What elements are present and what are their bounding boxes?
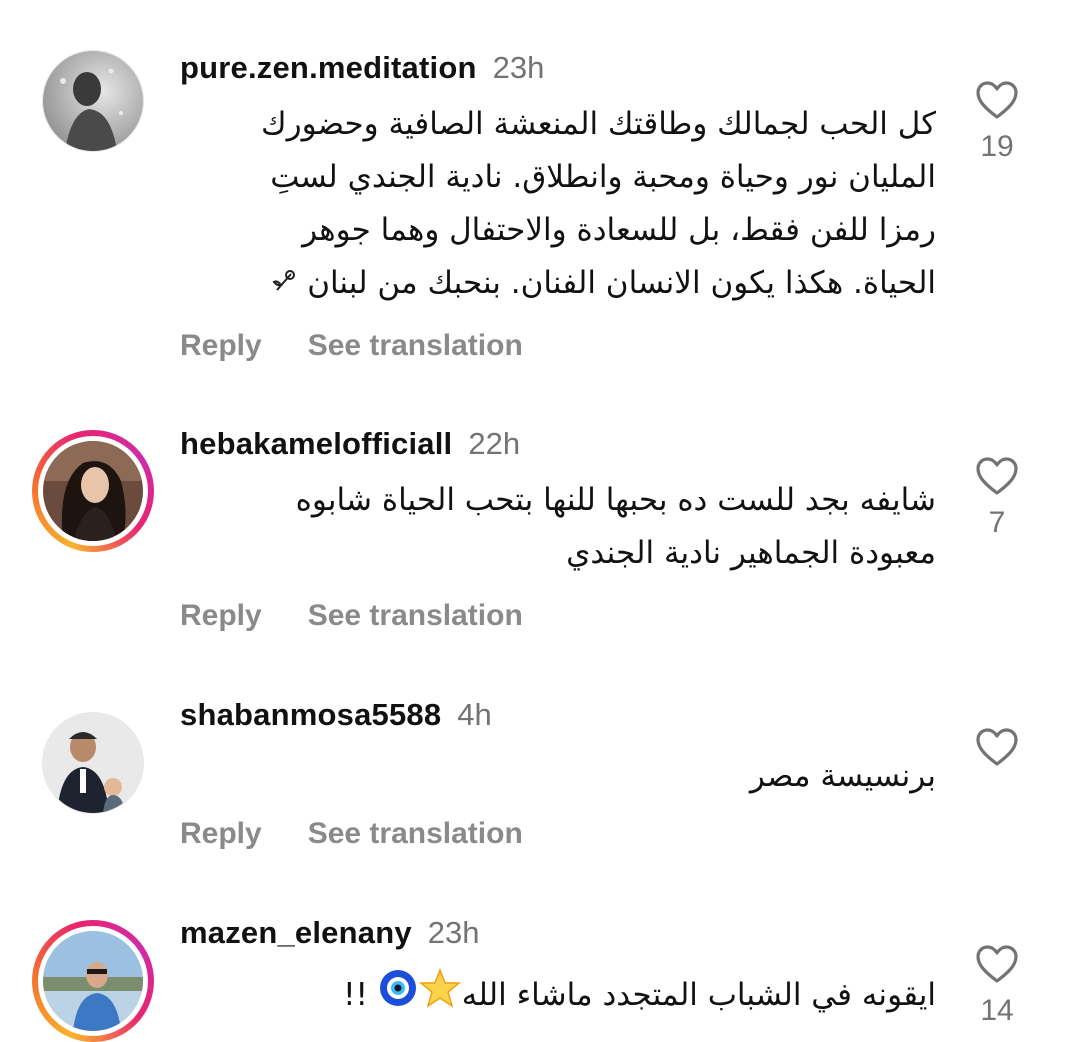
glowing-star-icon (418, 966, 462, 1027)
comment-text: كل الحب لجمالك وطاقتك المنعشة الصافية وح… (180, 98, 936, 311)
timestamp: 23h (492, 50, 545, 85)
comment-header: shabanmosa5588 4h (180, 697, 492, 733)
like-button[interactable]: 7 (968, 456, 1026, 540)
comment-text: شايفه بجد للست ده بحبها للنها بتحب الحيا… (295, 482, 936, 571)
comment-actions: Reply See translation (180, 816, 523, 852)
comment-header: pure.zen.meditation 23h (180, 50, 544, 86)
like-count: 7 (988, 506, 1006, 539)
timestamp: 23h (427, 915, 480, 950)
heart-outline-icon[interactable] (968, 456, 1026, 496)
avatar[interactable] (32, 430, 154, 552)
comment-text-content: كل الحب لجمالك وطاقتك المنعشة الصافية وح… (261, 106, 936, 301)
reply-button[interactable]: Reply (180, 329, 262, 362)
comment-text-content: ايقونه في الشباب المتجدد ماشاء الله (461, 977, 936, 1013)
avatar[interactable] (32, 920, 154, 1042)
username-link[interactable]: hebakamelofficiall (180, 426, 452, 461)
username-link[interactable]: pure.zen.meditation (180, 50, 477, 85)
see-translation-button[interactable]: See translation (308, 599, 523, 632)
comment-header: hebakamelofficiall 22h (180, 426, 520, 462)
scroll-indicator (500, 0, 560, 6)
comment-text: ايقونه في الشباب المتجدد ماشاء الله !! (180, 966, 936, 1027)
timestamp: 22h (468, 426, 521, 461)
avatar[interactable] (32, 702, 154, 824)
avatar[interactable] (32, 40, 154, 162)
comment-text-suffix: !! (343, 977, 368, 1013)
comment-text: برنسيسة مصر (749, 758, 936, 794)
nazar-amulet-icon (378, 968, 418, 1025)
like-button[interactable] (968, 727, 1026, 777)
comment-header: mazen_elenany 23h (180, 915, 480, 951)
comment-actions: Reply See translation (180, 598, 523, 634)
heart-outline-icon[interactable] (968, 80, 1026, 120)
reply-button[interactable]: Reply (180, 817, 262, 850)
see-translation-button[interactable]: See translation (308, 817, 523, 850)
timestamp: 4h (457, 697, 492, 732)
reply-button[interactable]: Reply (180, 599, 262, 632)
like-button[interactable]: 14 (968, 944, 1026, 1028)
comment-actions: Reply See translation (180, 328, 523, 364)
heart-outline-icon[interactable] (968, 944, 1026, 984)
like-count: 19 (980, 130, 1014, 163)
heart-outline-icon[interactable] (968, 727, 1026, 767)
like-button[interactable]: 19 (968, 80, 1026, 164)
username-link[interactable]: shabanmosa5588 (180, 697, 441, 732)
flower-icon (271, 258, 297, 311)
username-link[interactable]: mazen_elenany (180, 915, 412, 950)
see-translation-button[interactable]: See translation (308, 329, 523, 362)
like-count: 14 (980, 994, 1014, 1027)
